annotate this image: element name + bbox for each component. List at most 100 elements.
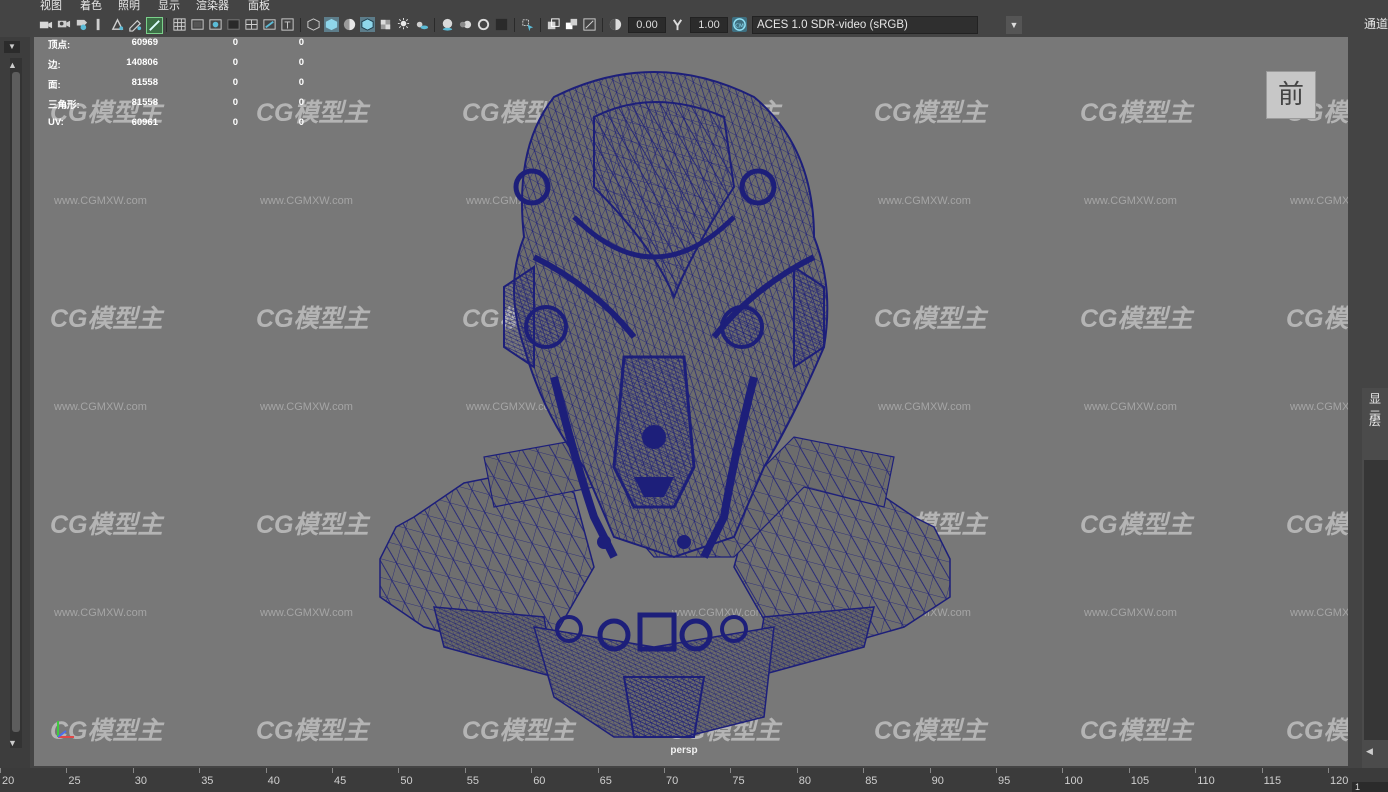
dropdown-arrow-icon[interactable]: ▼ bbox=[4, 41, 20, 53]
camera-attributes-icon[interactable] bbox=[56, 17, 71, 32]
timeline-tick bbox=[332, 768, 333, 773]
timeline-tick bbox=[664, 768, 665, 773]
timeline-tick bbox=[265, 768, 267, 773]
xray-joints-icon[interactable] bbox=[582, 17, 597, 32]
chevron-down-icon[interactable]: ▼ bbox=[1006, 16, 1022, 34]
timeline-tick-label: 40 bbox=[267, 775, 280, 787]
camera-name-label: persp bbox=[670, 745, 698, 756]
field-chart-icon[interactable] bbox=[244, 17, 259, 32]
timeline-tick-label: 120 bbox=[1330, 775, 1349, 787]
wireframe-on-shaded-icon[interactable] bbox=[360, 17, 375, 32]
depth-of-field-icon[interactable] bbox=[494, 17, 509, 32]
timeline-tick-label: 85 bbox=[865, 775, 878, 787]
xray-icon[interactable] bbox=[546, 17, 561, 32]
shadows-icon[interactable] bbox=[414, 17, 429, 32]
current-frame-field[interactable]: 1 bbox=[1352, 782, 1388, 792]
view-transform-icon[interactable]: CM bbox=[732, 17, 747, 32]
timeline-tick-label: 100 bbox=[1064, 775, 1083, 787]
hud-stat-value: 0 bbox=[232, 57, 238, 68]
timeline-tick-label: 95 bbox=[998, 775, 1011, 787]
timeline-tick-label: 20 bbox=[2, 775, 15, 787]
hud-stat-value: 60969 bbox=[131, 37, 158, 48]
gamma-field[interactable]: 1.00 bbox=[690, 17, 728, 33]
hud-stat-label: 边: bbox=[48, 60, 61, 71]
select-camera-icon[interactable] bbox=[38, 17, 53, 32]
timeline-tick-label: 45 bbox=[334, 775, 347, 787]
grease-pencil-icon[interactable] bbox=[128, 17, 143, 32]
gamma-icon[interactable] bbox=[670, 17, 685, 32]
viewport-toolbar: T 0.00 1.00 CM ACES 1.0 SDR-video (sRGB)… bbox=[34, 13, 1350, 37]
layer-menu-label[interactable]: 层 bbox=[1369, 412, 1381, 429]
2d-pan-zoom-icon[interactable] bbox=[110, 17, 125, 32]
channel-box-label[interactable]: 通道 bbox=[1364, 15, 1388, 32]
toolbar-separator bbox=[514, 18, 515, 32]
layer-list[interactable] bbox=[1364, 460, 1388, 740]
bookmark-icon[interactable] bbox=[74, 17, 89, 32]
anti-aliasing-icon[interactable] bbox=[476, 17, 491, 32]
safe-action-icon[interactable] bbox=[262, 17, 277, 32]
exposure-field[interactable]: 0.00 bbox=[628, 17, 666, 33]
timeline-tick-label: 50 bbox=[400, 775, 413, 787]
xray-active-components-icon[interactable] bbox=[564, 17, 579, 32]
timeline-tick-label: 110 bbox=[1197, 775, 1215, 787]
scroll-down-icon[interactable]: ▼ bbox=[8, 738, 17, 748]
menu-item[interactable]: 渲染器 bbox=[196, 0, 229, 13]
timeline-tick bbox=[1128, 768, 1130, 773]
wireframe-shading-icon[interactable] bbox=[306, 17, 321, 32]
timeline-tick bbox=[1195, 768, 1197, 773]
timeline-tick-label: 60 bbox=[533, 775, 546, 787]
hud-stat-value: 0 bbox=[298, 117, 304, 128]
hud-stat-value: 60961 bbox=[131, 117, 158, 128]
hud-stat-value: 81558 bbox=[131, 97, 158, 108]
timeline-tick bbox=[132, 768, 134, 773]
textured-icon[interactable] bbox=[378, 17, 393, 32]
timeline-tick bbox=[1062, 768, 1064, 773]
resolution-gate-icon[interactable] bbox=[208, 17, 223, 32]
menu-item[interactable]: 照明 bbox=[118, 0, 140, 13]
timeline-tick bbox=[1261, 768, 1263, 773]
scrollbar-thumb[interactable] bbox=[12, 72, 20, 732]
ambient-occlusion-icon[interactable] bbox=[440, 17, 455, 32]
3d-viewport[interactable]: CG模型主CG模型主CG模型主CG模型主CG模型主CG模型主CG模型主CG模型主… bbox=[34, 37, 1348, 766]
film-gate-icon[interactable] bbox=[190, 17, 205, 32]
wireframe-toggle-icon[interactable] bbox=[146, 17, 163, 34]
neck-collar bbox=[433, 606, 875, 738]
toolbar-separator bbox=[300, 18, 301, 32]
hud-row: 面: 81558 0 0 bbox=[48, 77, 318, 91]
default-material-icon[interactable] bbox=[342, 17, 357, 32]
menu-item[interactable]: 显示 bbox=[158, 0, 180, 13]
smooth-shade-icon[interactable] bbox=[324, 17, 339, 32]
view-cube[interactable]: 前 bbox=[1266, 71, 1316, 119]
motion-blur-icon[interactable] bbox=[458, 17, 473, 32]
timeline-tick-label: 55 bbox=[466, 775, 480, 787]
timeline-tick-label: 70 bbox=[666, 775, 679, 787]
isolate-select-icon[interactable] bbox=[520, 17, 535, 32]
menu-item[interactable]: 视图 bbox=[40, 0, 62, 13]
scroll-up-icon[interactable]: ▲ bbox=[8, 60, 17, 70]
svg-text:CM: CM bbox=[735, 23, 744, 29]
timeline-tick bbox=[597, 768, 599, 773]
scroll-left-icon[interactable]: ◀ bbox=[1366, 746, 1373, 757]
hud-stat-value: 0 bbox=[232, 117, 238, 128]
timeline-tick-label: 65 bbox=[599, 775, 612, 787]
timeline-tick bbox=[531, 768, 533, 773]
exposure-icon[interactable] bbox=[608, 17, 623, 32]
hud-stat-value: 0 bbox=[298, 57, 304, 68]
grid-icon[interactable] bbox=[172, 17, 187, 32]
timeline-tick bbox=[796, 768, 798, 773]
timeline-tick bbox=[863, 768, 865, 773]
menu-item[interactable]: 着色 bbox=[80, 0, 102, 13]
timeline-tick bbox=[0, 768, 1, 773]
time-slider[interactable]: 20 25 30 35 40 45 50 55 60 65 70 75 80 85 90 95 100 105 11… bbox=[0, 768, 1388, 792]
color-space-dropdown[interactable]: ACES 1.0 SDR-video (sRGB) bbox=[752, 16, 978, 34]
wireframe-model[interactable] bbox=[34, 37, 1348, 766]
menu-item[interactable]: 面板 bbox=[248, 0, 270, 13]
gate-mask-icon[interactable] bbox=[226, 17, 241, 32]
safe-title-icon[interactable]: T bbox=[280, 17, 295, 32]
toolbar-separator bbox=[166, 18, 167, 32]
hud-stat-value: 140806 bbox=[126, 57, 158, 68]
use-all-lights-icon[interactable] bbox=[396, 17, 411, 32]
timeline-tick bbox=[398, 768, 400, 773]
timeline-tick bbox=[996, 768, 997, 773]
image-plane-icon[interactable] bbox=[92, 17, 107, 32]
